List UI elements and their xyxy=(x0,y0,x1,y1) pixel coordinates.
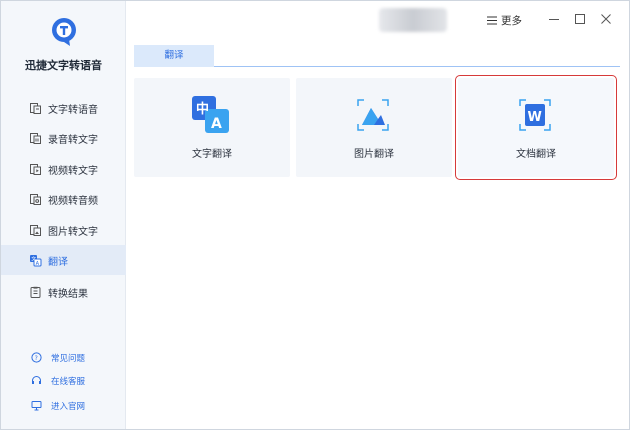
svg-text:A: A xyxy=(211,116,222,132)
svg-text:W: W xyxy=(528,110,542,125)
sidebar-item-results[interactable]: 转换结果 xyxy=(1,277,126,307)
online-support-link[interactable]: 在线客服 xyxy=(1,371,126,391)
text-translate-icon: 中 A xyxy=(192,96,229,133)
sidebar-item-image-to-text[interactable]: 图片转文字 xyxy=(1,215,126,245)
monitor-icon xyxy=(31,401,42,411)
translate-icon: 文A xyxy=(30,255,42,267)
sidebar-item-label: 录音转文字 xyxy=(48,135,98,146)
image-translate-icon xyxy=(357,99,389,131)
sidebar-item-recording-to-text[interactable]: 录音转文字 xyxy=(1,123,126,153)
app-logo-icon xyxy=(52,18,76,46)
svg-text:?: ? xyxy=(35,355,38,362)
sidebar-item-label: 视频转音频 xyxy=(48,196,98,207)
app-window: 迅捷文字转语音 文字转语音 录音转文字 视频转文字 视频转音频 图片转文字 文A… xyxy=(0,0,630,430)
video-to-audio-icon xyxy=(30,194,41,205)
card-label: 图片翻译 xyxy=(354,149,394,160)
close-icon[interactable] xyxy=(600,13,612,25)
maximize-icon[interactable] xyxy=(574,13,586,25)
svg-text:A: A xyxy=(36,261,40,267)
document-translate-card[interactable]: W 文档翻译 xyxy=(455,75,617,180)
sidebar-item-label: 转换结果 xyxy=(48,289,88,300)
app-name: 迅捷文字转语音 xyxy=(25,59,102,72)
text-to-speech-icon xyxy=(30,103,41,114)
video-to-text-icon xyxy=(30,164,41,175)
recording-to-text-icon xyxy=(30,133,41,144)
footer-label: 常见问题 xyxy=(51,354,86,364)
headset-icon xyxy=(32,376,41,384)
svg-text:中: 中 xyxy=(196,101,209,117)
sidebar-item-label: 翻译 xyxy=(48,257,68,268)
card-label: 文档翻译 xyxy=(516,149,556,160)
footer-label: 进入官网 xyxy=(51,402,86,412)
more-label: 更多 xyxy=(501,15,522,27)
sidebar-item-label: 图片转文字 xyxy=(48,227,98,238)
tab-strip: 翻译 xyxy=(134,45,620,67)
faq-link[interactable]: ? 常见问题 xyxy=(1,348,126,368)
official-site-link[interactable]: 进入官网 xyxy=(1,396,126,416)
blurred-user-info xyxy=(379,8,447,32)
sidebar: 迅捷文字转语音 文字转语音 录音转文字 视频转文字 视频转音频 图片转文字 文A… xyxy=(1,1,126,429)
image-to-text-icon xyxy=(30,225,41,236)
image-translate-card[interactable]: 图片翻译 xyxy=(296,78,452,177)
sidebar-item-video-to-audio[interactable]: 视频转音频 xyxy=(1,184,126,214)
text-translate-card[interactable]: 中 A 文字翻译 xyxy=(134,78,290,177)
results-icon xyxy=(30,286,41,298)
sidebar-item-label: 视频转文字 xyxy=(48,166,98,177)
card-label: 文字翻译 xyxy=(192,149,232,160)
sidebar-item-text-to-speech[interactable]: 文字转语音 xyxy=(1,93,126,123)
sidebar-item-translate[interactable]: 文A 翻译 xyxy=(1,245,126,275)
document-translate-icon: W xyxy=(519,99,551,131)
menu-icon xyxy=(487,16,497,25)
footer-label: 在线客服 xyxy=(51,377,86,387)
sidebar-item-label: 文字转语音 xyxy=(48,105,98,116)
minimize-icon[interactable] xyxy=(548,13,560,25)
question-icon: ? xyxy=(31,352,42,363)
more-menu-button[interactable]: 更多 xyxy=(487,13,522,28)
sidebar-item-video-to-text[interactable]: 视频转文字 xyxy=(1,154,126,184)
tab-translate[interactable]: 翻译 xyxy=(134,45,214,67)
